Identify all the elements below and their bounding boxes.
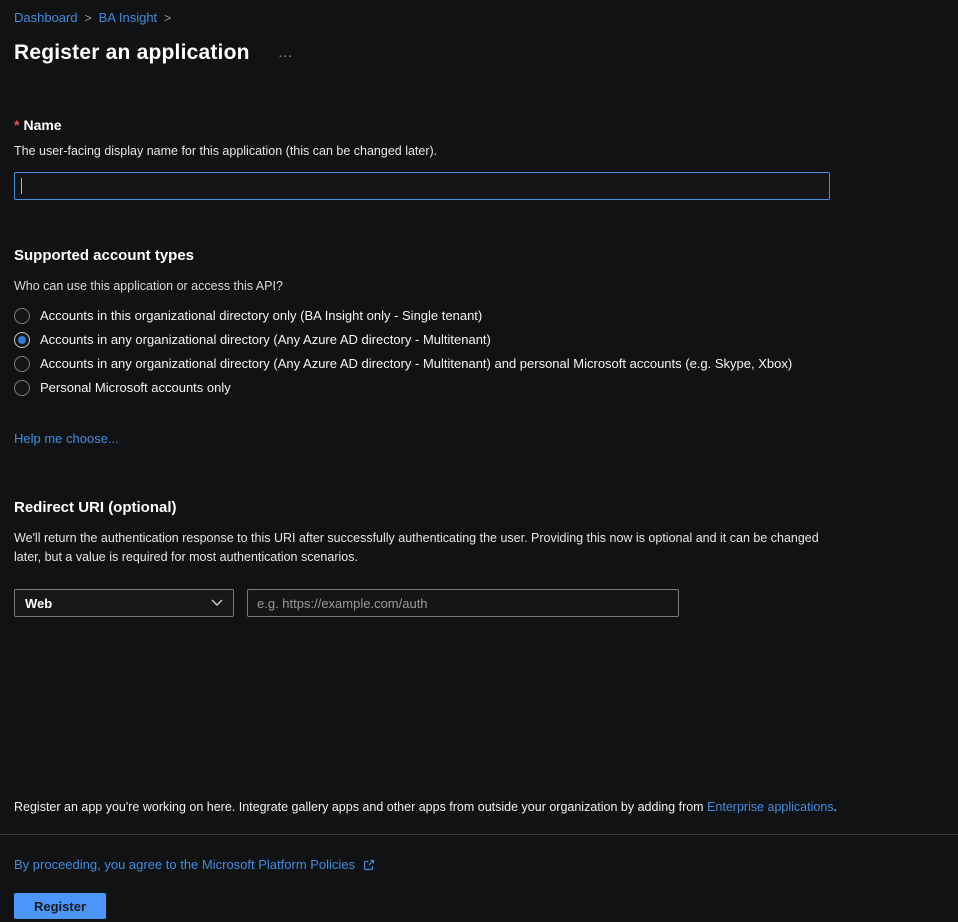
platform-select-dropdown[interactable]: Web (14, 589, 234, 617)
breadcrumb-ba-insight[interactable]: BA Insight (99, 10, 158, 25)
name-field-description: The user-facing display name for this ap… (14, 143, 944, 159)
footer-divider (0, 834, 958, 835)
chevron-down-icon (211, 599, 223, 607)
radio-icon[interactable] (14, 380, 30, 396)
text-cursor (21, 178, 22, 194)
required-asterisk: * (14, 117, 19, 133)
breadcrumb-separator: > (85, 11, 92, 25)
external-link-icon[interactable] (362, 858, 376, 872)
radio-label: Personal Microsoft accounts only (40, 380, 231, 396)
breadcrumb-separator: > (164, 11, 171, 25)
radio-option-multitenant[interactable]: Accounts in any organizational directory… (14, 328, 944, 352)
title-row: Register an application … (14, 39, 944, 67)
enterprise-applications-link[interactable]: Enterprise applications (707, 800, 833, 814)
radio-icon[interactable] (14, 332, 30, 348)
radio-label: Accounts in any organizational directory… (40, 356, 792, 372)
gallery-note-period: . (834, 800, 837, 814)
name-field-label: *Name (14, 116, 944, 134)
platform-policies-link[interactable]: By proceeding, you agree to the Microsof… (14, 857, 355, 873)
redirect-uri-description: We'll return the authentication response… (14, 529, 846, 567)
register-application-blade: Dashboard > BA Insight > Register an applic… (0, 0, 958, 919)
policy-line: By proceeding, you agree to the Microsof… (14, 857, 944, 873)
redirect-uri-input[interactable] (247, 589, 679, 617)
redirect-uri-row: Web (14, 589, 944, 617)
radio-label: Accounts in any organizational directory… (40, 332, 491, 348)
gallery-note-text: Register an app you're working on here. … (14, 800, 707, 814)
name-input-wrapper (14, 172, 830, 200)
name-label-text: Name (23, 117, 61, 133)
radio-option-personal-only[interactable]: Personal Microsoft accounts only (14, 376, 944, 400)
breadcrumb: Dashboard > BA Insight > (14, 10, 944, 26)
radio-icon[interactable] (14, 356, 30, 372)
register-button[interactable]: Register (14, 893, 106, 919)
radio-dot (18, 336, 26, 344)
gallery-note: Register an app you're working on here. … (14, 799, 944, 815)
radio-icon[interactable] (14, 308, 30, 324)
radio-option-single-tenant[interactable]: Accounts in this organizational director… (14, 304, 944, 328)
radio-label: Accounts in this organizational director… (40, 308, 482, 324)
redirect-uri-heading: Redirect URI (optional) (14, 498, 944, 518)
radio-option-multitenant-personal[interactable]: Accounts in any organizational directory… (14, 352, 944, 376)
name-input[interactable] (14, 172, 830, 200)
page-title: Register an application (14, 39, 250, 67)
supported-account-types-heading: Supported account types (14, 246, 944, 266)
account-types-question: Who can use this application or access t… (14, 278, 944, 294)
more-actions-icon[interactable]: … (278, 48, 295, 58)
help-me-choose-link[interactable]: Help me choose... (14, 431, 119, 447)
platform-selected-value: Web (25, 596, 52, 611)
account-types-radio-group: Accounts in this organizational director… (14, 304, 944, 400)
breadcrumb-dashboard[interactable]: Dashboard (14, 10, 78, 25)
